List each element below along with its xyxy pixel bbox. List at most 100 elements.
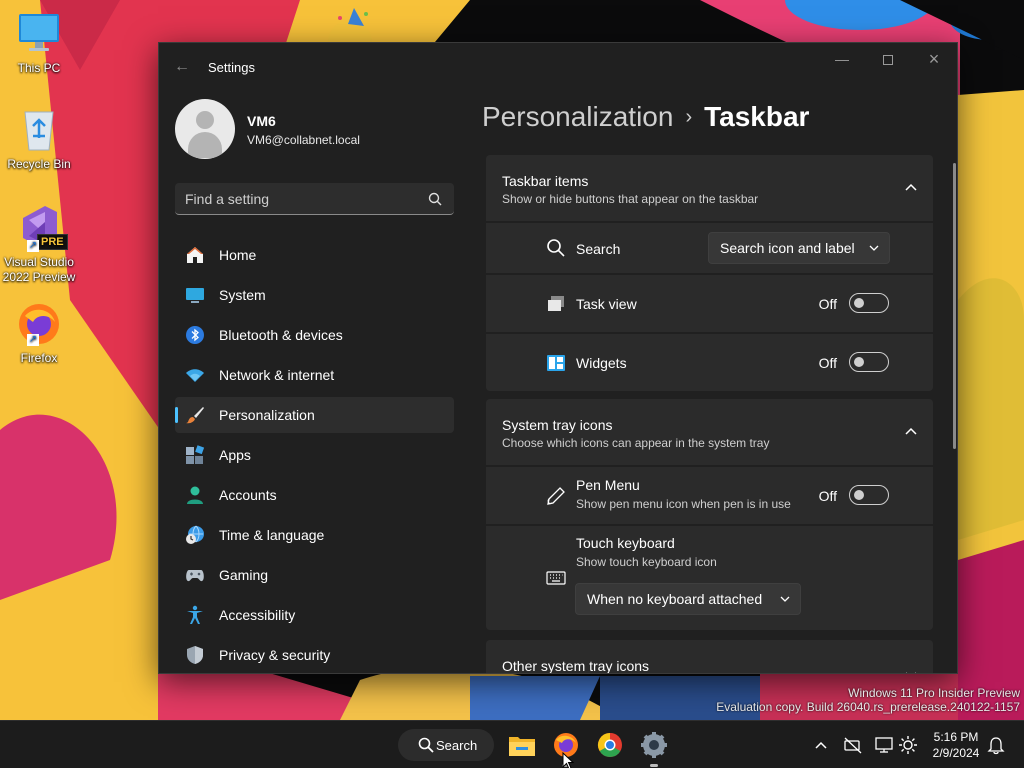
pen-icon bbox=[547, 487, 565, 505]
taskbar: Search 5:16 PM 2/9/2024 bbox=[0, 720, 1024, 768]
sidebar-item-label: Bluetooth & devices bbox=[219, 327, 343, 343]
row-label: Search bbox=[576, 241, 621, 257]
display-icon bbox=[875, 737, 893, 753]
back-arrow-icon: ← bbox=[174, 58, 190, 75]
dropdown-value: Search icon and label bbox=[720, 240, 855, 256]
network-off-icon bbox=[844, 737, 862, 754]
desktop-icon-label: Visual Studio 2022 Preview bbox=[2, 255, 76, 284]
section-title: Taskbar items bbox=[502, 173, 589, 189]
search-input[interactable] bbox=[185, 183, 415, 214]
pen-menu-toggle[interactable] bbox=[849, 485, 889, 505]
search-icon[interactable] bbox=[428, 192, 442, 206]
clock-date: 2/9/2024 bbox=[932, 746, 980, 760]
file-explorer-icon bbox=[509, 737, 535, 756]
taskbar-file-explorer[interactable] bbox=[506, 729, 538, 761]
sidebar-item-apps[interactable]: Apps bbox=[175, 437, 454, 473]
sidebar-item-label: Time & language bbox=[219, 527, 325, 543]
windows-watermark: Windows 11 Pro Insider Preview Evaluatio… bbox=[716, 686, 1020, 714]
shortcut-arrow-icon: ↗ bbox=[27, 334, 39, 346]
taskbar-chrome[interactable] bbox=[594, 729, 626, 761]
desktop-icon-recycle-bin[interactable]: Recycle Bin bbox=[0, 106, 78, 172]
desktop-icon-this-pc[interactable]: This PC bbox=[0, 10, 78, 76]
task-view-toggle[interactable] bbox=[849, 293, 889, 313]
maximize-icon bbox=[883, 55, 893, 66]
desktop-icon-visual-studio[interactable]: PRE ↗ Visual Studio 2022 Preview bbox=[0, 204, 78, 285]
row-label: Task view bbox=[576, 296, 637, 312]
sidebar-item-home[interactable]: Home bbox=[175, 237, 454, 273]
taskbar-items-header[interactable]: Taskbar items Show or hide buttons that … bbox=[486, 155, 933, 221]
settings-search-box bbox=[175, 183, 454, 215]
back-button[interactable]: ← bbox=[171, 57, 193, 77]
chevron-up-icon[interactable] bbox=[903, 423, 919, 439]
taskbar-search-button[interactable]: Search bbox=[398, 729, 494, 761]
chevron-up-icon bbox=[815, 741, 827, 749]
section-description: Choose which icons can appear in the sys… bbox=[502, 436, 770, 450]
search-icon bbox=[418, 737, 434, 753]
sidebar-item-accounts[interactable]: Accounts bbox=[175, 477, 454, 513]
desktop-icon-label: Recycle Bin bbox=[7, 157, 71, 171]
sidebar-item-privacy[interactable]: Privacy & security bbox=[175, 637, 454, 673]
profile-email: VM6@collabnet.local bbox=[247, 133, 360, 147]
sidebar-item-label: Accounts bbox=[219, 487, 277, 503]
sidebar-item-personalization[interactable]: Personalization bbox=[175, 397, 454, 433]
breadcrumb: Personalization › Taskbar bbox=[482, 101, 809, 133]
sidebar-item-accessibility[interactable]: Accessibility bbox=[175, 597, 454, 633]
user-profile[interactable]: VM6 VM6@collabnet.local bbox=[175, 99, 455, 163]
sidebar-nav: Home System Bluetooth & devices Network … bbox=[175, 237, 454, 673]
notification-center-button[interactable] bbox=[986, 735, 1006, 755]
task-view-icon bbox=[548, 296, 564, 311]
avatar bbox=[175, 99, 235, 159]
row-description: Show touch keyboard icon bbox=[576, 555, 717, 569]
shortcut-arrow-icon: ↗ bbox=[27, 240, 39, 252]
sidebar-item-label: Home bbox=[219, 247, 257, 263]
sidebar-item-bluetooth[interactable]: Bluetooth & devices bbox=[175, 317, 454, 353]
row-label: Widgets bbox=[576, 355, 627, 371]
chrome-icon bbox=[597, 733, 622, 758]
search-mode-dropdown[interactable]: Search icon and label bbox=[708, 232, 890, 264]
desktop-icon-label: Firefox bbox=[20, 351, 58, 365]
minimize-button[interactable]: — bbox=[819, 43, 865, 75]
monitor-icon bbox=[15, 10, 63, 58]
search-setting-row: Search Search icon and label bbox=[486, 223, 933, 273]
show-hidden-icons-button[interactable] bbox=[811, 735, 831, 755]
row-label: Touch keyboard bbox=[576, 535, 675, 551]
section-description: Show or hide buttons that appear on the … bbox=[502, 192, 759, 206]
settings-gear-icon bbox=[899, 736, 917, 754]
row-description: Show pen menu icon when pen is in use bbox=[576, 497, 791, 511]
chevron-up-icon[interactable] bbox=[903, 179, 919, 195]
close-button[interactable]: × bbox=[911, 43, 957, 75]
content-scrollbar[interactable] bbox=[953, 163, 956, 449]
keyboard-icon bbox=[546, 571, 566, 585]
network-status[interactable] bbox=[843, 735, 863, 755]
taskbar-settings[interactable] bbox=[638, 729, 670, 767]
desktop-icon-firefox[interactable]: ↗ Firefox bbox=[0, 300, 78, 366]
watermark-build: Evaluation copy. Build 26040.rs_prerelea… bbox=[716, 700, 1020, 714]
widgets-toggle[interactable] bbox=[849, 352, 889, 372]
dropdown-value: When no keyboard attached bbox=[587, 591, 763, 607]
taskbar-settings-content: Taskbar items Show or hide buttons that … bbox=[486, 155, 933, 674]
breadcrumb-parent[interactable]: Personalization bbox=[482, 101, 673, 132]
settings-window: ← Settings — × VM6 VM6@collabnet.local F… bbox=[158, 42, 958, 674]
notification-bell-icon bbox=[987, 737, 1005, 755]
sidebar-item-network[interactable]: Network & internet bbox=[175, 357, 454, 393]
profile-name: VM6 bbox=[247, 113, 276, 129]
sidebar-item-label: Apps bbox=[219, 447, 251, 463]
toggle-state-text: Off bbox=[818, 488, 837, 504]
chevron-down-icon[interactable] bbox=[903, 667, 919, 674]
other-system-tray-icons-header[interactable]: Other system tray icons bbox=[486, 640, 933, 674]
toggle-state-text: Off bbox=[818, 296, 837, 312]
touch-keyboard-dropdown[interactable]: When no keyboard attached bbox=[575, 583, 801, 615]
row-label: Pen Menu bbox=[576, 477, 640, 493]
taskbar-clock[interactable]: 5:16 PM 2/9/2024 bbox=[926, 729, 986, 761]
maximize-button[interactable] bbox=[865, 43, 911, 75]
sidebar-item-gaming[interactable]: Gaming bbox=[175, 557, 454, 593]
system-tray-icons-header[interactable]: System tray icons Choose which icons can… bbox=[486, 399, 933, 465]
party-emoji-decoration bbox=[326, 6, 374, 64]
section-title: System tray icons bbox=[502, 417, 613, 433]
display-status[interactable] bbox=[874, 735, 894, 755]
sidebar-item-system[interactable]: System bbox=[175, 277, 454, 313]
title-bar[interactable]: ← Settings — × bbox=[159, 43, 957, 91]
quick-settings-button[interactable] bbox=[898, 735, 918, 755]
sidebar-item-time-language[interactable]: Time & language bbox=[175, 517, 454, 553]
page-title: Taskbar bbox=[704, 101, 810, 132]
